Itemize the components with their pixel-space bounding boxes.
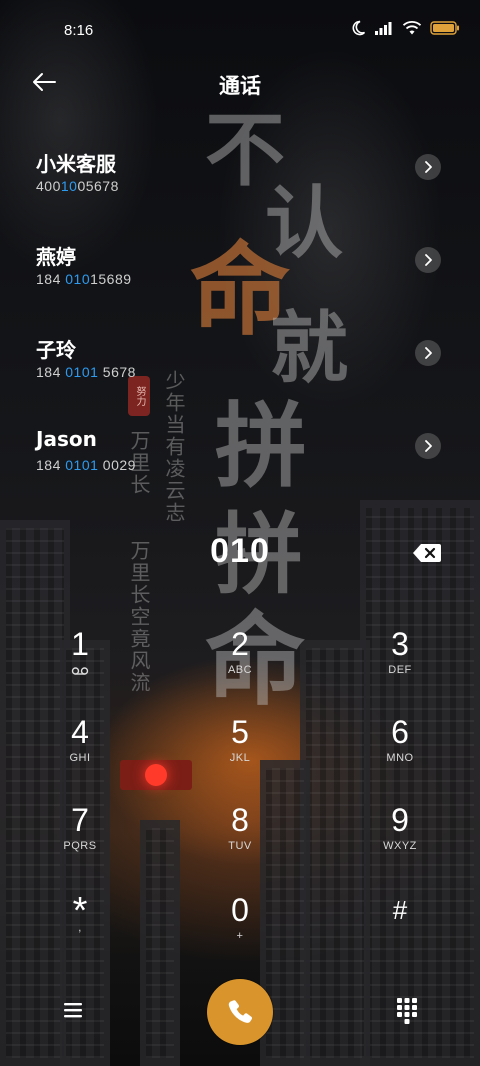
header: 通话 [0,62,480,102]
bottom-bar [0,975,480,1050]
number-part: 15689 [90,271,132,287]
contact-name: Jason [36,427,97,451]
number-match: 0101 [65,457,99,473]
chevron-right-icon [425,347,432,359]
key-digit: 4 [71,714,89,750]
contact-detail-button[interactable] [415,154,441,180]
number-part: 184 [36,271,66,287]
key-digit: 0 [231,892,249,928]
key-digit: 8 [231,802,249,838]
number-part: 184 [36,364,66,380]
signal-icon [375,22,392,35]
wifi-icon [402,21,422,35]
key-letters: DEF [388,664,412,676]
page-title: 通话 [219,74,261,98]
status-bar: 8:16 [0,0,480,60]
menu-button[interactable] [58,997,88,1023]
key-star[interactable]: * , [30,892,130,972]
key-letters: , [78,922,82,934]
key-letters: JKL [229,752,251,764]
number-match: 10 [60,178,78,194]
number-part: 0029 [98,457,136,473]
key-2[interactable]: 2 ABC [190,626,290,706]
key-digit: 5 [231,714,249,750]
battery-icon [430,21,459,35]
key-letters: + [236,930,244,942]
key-letters: ABC [227,664,253,676]
key-5[interactable]: 5 JKL [190,714,290,794]
number-match: 0101 [65,364,99,380]
backspace-icon [413,544,441,562]
key-0[interactable]: 0 + [190,892,290,972]
key-digit: 2 [231,626,249,662]
key-digit: 6 [391,714,409,750]
contact-item[interactable]: 小米客服 4001005678 [0,148,480,228]
key-8[interactable]: 8 TUV [190,802,290,882]
chevron-right-icon [425,440,432,452]
contact-item[interactable]: Jason 184 0101 0029 [0,427,480,507]
phone-icon [228,1000,253,1023]
number-part: 5678 [98,364,136,380]
contact-name: 燕婷 [36,245,76,269]
contact-number: 184 0101 5678 [36,364,136,380]
key-digit: 3 [391,626,409,662]
contact-item[interactable]: 子玲 184 0101 5678 [0,334,480,414]
key-letters: MNO [386,752,414,764]
key-letters: GHI [69,752,91,764]
number-part: 400 [36,178,61,194]
key-letters: PQRS [63,840,97,852]
chevron-right-icon [425,161,432,173]
chevron-right-icon [425,254,432,266]
number-match: 010 [65,271,91,287]
contact-name: 小米客服 [36,152,116,176]
contact-detail-button[interactable] [415,340,441,366]
dialpad-icon [397,998,417,1024]
key-letters: TUV [228,840,252,852]
status-icons [350,20,460,36]
key-digit: # [392,895,408,925]
key-digit: 1 [71,626,89,662]
contact-number: 184 01015689 [36,271,132,287]
dial-number-input[interactable]: 010 [0,532,480,571]
contact-number: 4001005678 [36,178,119,194]
dialpad-toggle-button[interactable] [394,995,420,1025]
key-1[interactable]: 1 [30,626,130,706]
contact-detail-button[interactable] [415,433,441,459]
contact-detail-button[interactable] [415,247,441,273]
number-part: 05678 [77,178,119,194]
key-letters [350,930,450,944]
key-hash[interactable]: # [350,892,450,972]
contact-name: 子玲 [36,338,76,362]
contact-number: 184 0101 0029 [36,457,136,473]
key-digit: 9 [391,802,409,838]
key-letters: WXYZ [383,840,417,852]
number-part: 184 [36,457,66,473]
key-7[interactable]: 7 PQRS [30,802,130,882]
contact-item[interactable]: 燕婷 184 01015689 [0,241,480,321]
voicemail-icon [71,667,89,675]
key-6[interactable]: 6 MNO [350,714,450,794]
traffic-light-red [145,764,167,786]
key-digit: 7 [71,802,89,838]
moon-icon [352,20,366,36]
backspace-button[interactable] [412,542,442,564]
key-3[interactable]: 3 DEF [350,626,450,706]
dialer-screen: 不 认 命 就 拼 拼 命 少年当有凌云志 万里长空竟风流 万里长 努力 8:1… [0,0,480,1066]
key-4[interactable]: 4 GHI [30,714,130,794]
key-9[interactable]: 9 WXYZ [350,802,450,882]
call-button[interactable] [207,979,273,1045]
status-time: 8:16 [64,22,94,39]
menu-icon [64,1003,82,1018]
